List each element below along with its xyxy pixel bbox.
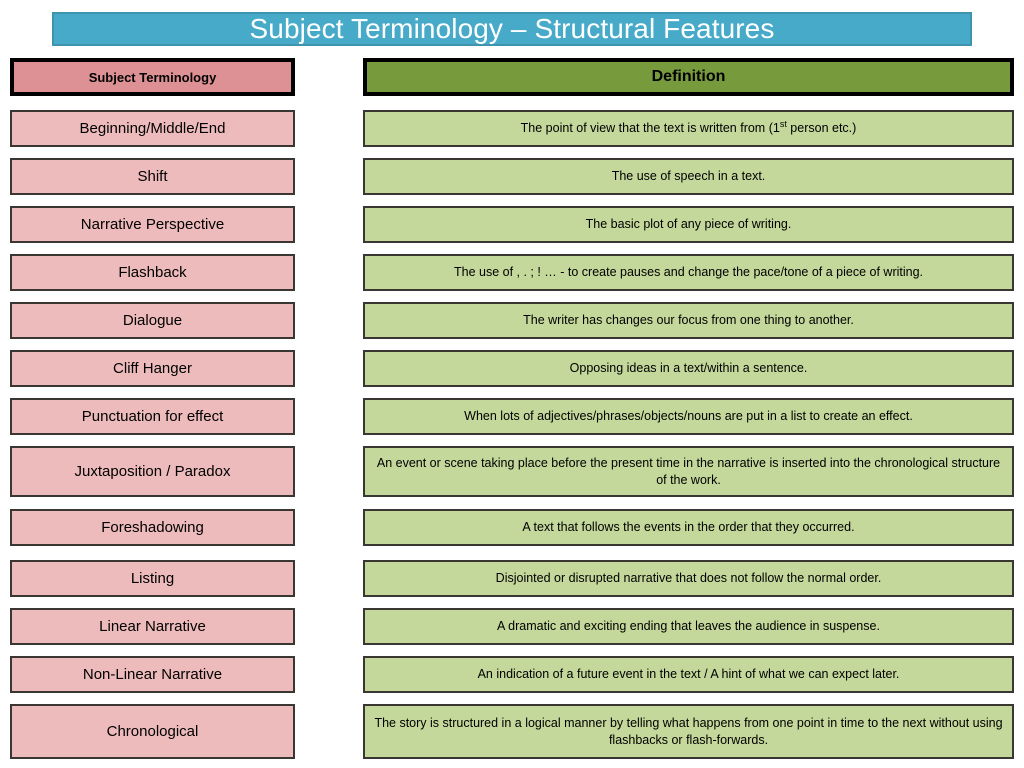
term-cell: Narrative Perspective — [10, 206, 295, 243]
term-cell: Punctuation for effect — [10, 398, 295, 435]
definition-cell-label: An event or scene taking place before th… — [376, 455, 1001, 487]
definition-cell-label: The story is structured in a logical man… — [374, 715, 1003, 747]
definition-cell: A text that follows the events in the or… — [363, 509, 1014, 546]
definition-cell-label: The basic plot of any piece of writing. — [585, 217, 792, 231]
term-cell-label: Listing — [130, 569, 175, 587]
term-cell-label: Beginning/Middle/End — [79, 119, 226, 137]
definition-cell-label: The use of , . ; ! … - to create pauses … — [453, 265, 924, 279]
definition-cell-label: When lots of adjectives/phrases/objects/… — [464, 409, 913, 423]
definition-cell-label: Opposing ideas in a text/within a senten… — [569, 361, 808, 375]
definition-cell: An event or scene taking place before th… — [363, 446, 1014, 497]
definition-cell-label: The use of speech in a text. — [611, 169, 766, 183]
term-cell-label: Non-Linear Narrative — [82, 665, 223, 683]
term-column-header-label: Subject Terminology — [88, 69, 217, 85]
definition-cell: When lots of adjectives/phrases/objects/… — [363, 398, 1014, 435]
term-cell-label: Punctuation for effect — [81, 407, 224, 425]
term-cell-label: Shift — [137, 167, 168, 185]
definition-column-header: Definition — [363, 58, 1014, 96]
term-cell: Dialogue — [10, 302, 295, 339]
term-cell-label: Dialogue — [122, 311, 183, 329]
term-cell-label: Narrative Perspective — [80, 215, 225, 233]
definition-cell-label: A dramatic and exciting ending that leav… — [497, 619, 880, 633]
definition-cell: Opposing ideas in a text/within a senten… — [363, 350, 1014, 387]
term-cell-label: Foreshadowing — [101, 518, 204, 536]
definition-cell: The story is structured in a logical man… — [363, 704, 1014, 759]
definition-cell-label: The point of view that the text is writt… — [520, 118, 857, 135]
term-cell: Linear Narrative — [10, 608, 295, 645]
definition-cell-label: Disjointed or disrupted narrative that d… — [495, 571, 882, 585]
definition-cell: An indication of a future event in the t… — [363, 656, 1014, 693]
term-cell: Cliff Hanger — [10, 350, 295, 387]
term-cell-label: Cliff Hanger — [113, 359, 192, 377]
definition-cell: The point of view that the text is writt… — [363, 110, 1014, 147]
term-cell: Foreshadowing — [10, 509, 295, 546]
term-cell-label: Flashback — [118, 263, 187, 281]
terminology-table: Subject Terminology Beginning/Middle/End… — [0, 0, 1024, 768]
term-cell: Beginning/Middle/End — [10, 110, 295, 147]
term-column: Subject Terminology Beginning/Middle/End… — [10, 58, 295, 759]
term-cell: Listing — [10, 560, 295, 597]
term-cell-label: Linear Narrative — [99, 617, 206, 635]
definition-cell: A dramatic and exciting ending that leav… — [363, 608, 1014, 645]
term-cell-label: Juxtaposition / Paradox — [74, 462, 231, 480]
term-cell-label: Chronological — [106, 722, 199, 740]
ordinal-suffix: st — [779, 118, 787, 129]
definition-cell: The basic plot of any piece of writing. — [363, 206, 1014, 243]
definition-cell: The use of speech in a text. — [363, 158, 1014, 195]
term-column-header: Subject Terminology — [10, 58, 295, 96]
term-cell: Flashback — [10, 254, 295, 291]
definition-cell-label: The writer has changes our focus from on… — [523, 313, 854, 327]
term-cell: Chronological — [10, 704, 295, 759]
definition-cell: The writer has changes our focus from on… — [363, 302, 1014, 339]
definition-column-header-label: Definition — [651, 68, 726, 85]
definition-cell-label: An indication of a future event in the t… — [477, 667, 900, 681]
definition-cell: The use of , . ; ! … - to create pauses … — [363, 254, 1014, 291]
term-cell: Shift — [10, 158, 295, 195]
term-cell: Non-Linear Narrative — [10, 656, 295, 693]
definition-cell: Disjointed or disrupted narrative that d… — [363, 560, 1014, 597]
definition-column: Definition The point of view that the te… — [363, 58, 1014, 759]
term-cell: Juxtaposition / Paradox — [10, 446, 295, 497]
definition-cell-label: A text that follows the events in the or… — [522, 520, 855, 534]
